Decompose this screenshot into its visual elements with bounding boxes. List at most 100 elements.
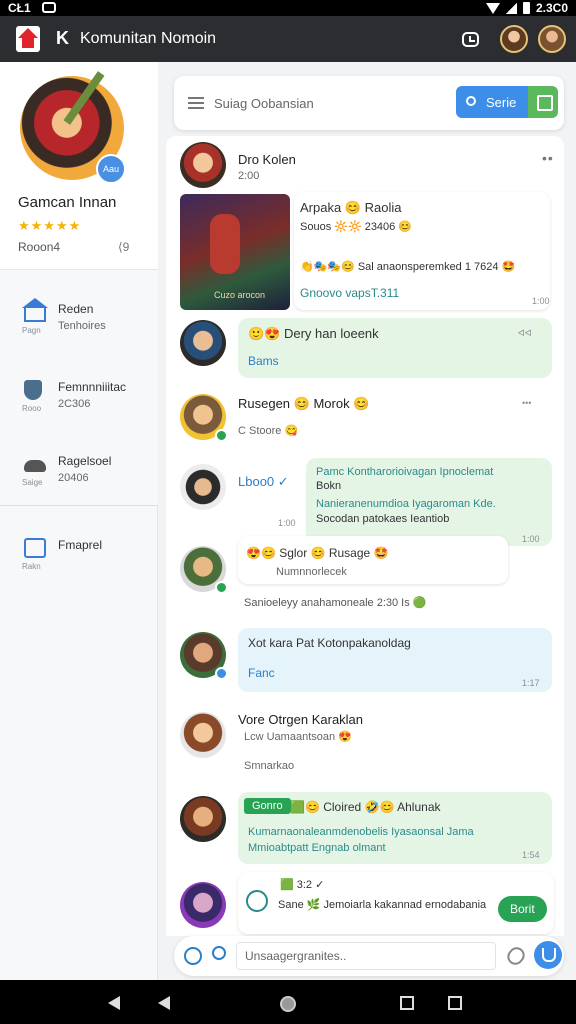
post-timestamp: 1:00	[532, 296, 550, 306]
message-composer	[174, 936, 564, 976]
shield-icon	[24, 380, 42, 400]
sidebar-item-femnnniiitac[interactable]: Rooo Femnnniiitac 2C306	[0, 370, 158, 440]
battery-text: 2.3C0	[535, 1, 568, 15]
status-icons: 2.3C0	[485, 1, 568, 15]
signal-icon	[505, 2, 517, 14]
message-line: Sane 🌿 Jemoiarla kakannad ernodabania	[278, 899, 487, 911]
message-timestamp: 1:54	[522, 850, 540, 860]
sidebar-item-ragelsoel[interactable]: Saige Ragelsoel 20406	[0, 444, 158, 514]
online-indicator	[215, 581, 228, 594]
message-title: 🙂😍 Dery han loeenk	[248, 326, 379, 341]
profile-card[interactable]: Aau Gamcan Innan ★★★★★ Rooon4 ⟨9	[0, 62, 158, 270]
post-author: Dro Kolen	[238, 152, 296, 167]
message-timestamp: •••	[522, 398, 532, 408]
mic-icon[interactable]	[534, 941, 562, 969]
system-nav-bar	[0, 980, 576, 1024]
house-icon	[22, 298, 48, 322]
app-title: Komunitan Nomoin	[80, 30, 217, 47]
message-author: Lboo0 ✓	[238, 474, 289, 489]
message-timestamp: 1:00	[522, 534, 540, 544]
add-button[interactable]	[528, 86, 558, 118]
chat-feed: Dro Kolen 2:00 •• Cuzo arocon Arpaka 😊 R…	[166, 136, 564, 936]
app-logo-icon[interactable]	[16, 26, 40, 52]
avatar[interactable]	[180, 320, 226, 366]
sidebar-item-label: Fmaprel	[58, 538, 103, 552]
sidebar-item-sub: Tenhoires	[58, 320, 106, 332]
sidebar-nav: Pagn Reden Tenhoires Rooo Femnnniiitac 2…	[0, 270, 158, 506]
message-status: Sanioeleyy anahamoneale 2:30 Is 🟢	[244, 597, 427, 609]
post-image-caption: Cuzo arocon	[214, 290, 266, 300]
profile-name: Gamcan Innan	[18, 194, 117, 211]
clock-icon[interactable]	[462, 32, 479, 47]
sidebar-item-caption: Rooo	[22, 404, 42, 413]
accept-button[interactable]: Borit	[498, 896, 547, 922]
sidebar-item-caption: Rakn	[22, 562, 41, 571]
avatar[interactable]	[538, 25, 566, 53]
message-line: Kumarnaonaleanmdenobelis Iyasaonsal Jama	[248, 826, 474, 838]
search-input[interactable]	[214, 91, 444, 115]
avatar[interactable]	[180, 712, 226, 758]
menu-icon[interactable]	[188, 97, 204, 109]
message-status: Smnarkao	[244, 760, 295, 772]
sidebar-item-label: Ragelsoel	[58, 454, 112, 468]
post-time: 2:00	[238, 170, 260, 182]
car-icon	[24, 460, 46, 472]
message-sub: Numnnorlecek	[276, 566, 347, 578]
share-icon[interactable]: ⟨9	[118, 240, 129, 254]
back-icon[interactable]: K	[56, 28, 69, 49]
post-card-line: Souos 🔆🔆 2​3406 😊	[300, 221, 413, 233]
status-time: CŁ1	[8, 1, 31, 15]
recents-icon[interactable]	[400, 996, 414, 1010]
home-icon[interactable]	[280, 996, 296, 1012]
sidebar-item-fmaprel[interactable]: Rakn Fmaprel	[0, 528, 158, 598]
online-indicator	[215, 429, 228, 442]
search-icon	[466, 96, 476, 106]
avatar[interactable]	[180, 796, 226, 842]
message-line: Bokn	[316, 480, 342, 492]
compass-icon[interactable]	[246, 890, 268, 912]
message-timestamp-left: 1:00	[278, 518, 296, 528]
avatar[interactable]	[180, 546, 228, 594]
app-bar: K Komunitan Nomoin	[0, 16, 576, 62]
online-indicator	[215, 667, 228, 680]
back-icon[interactable]	[158, 996, 170, 1010]
history-icon[interactable]	[184, 947, 202, 965]
avatar[interactable]	[500, 25, 528, 53]
sidebar-item-label: Femnnniiitac	[58, 380, 127, 394]
search-bar: Serie	[174, 76, 564, 130]
message-sub: Fanc	[248, 666, 275, 680]
avatar[interactable]	[180, 632, 228, 680]
post-card-link[interactable]: Gnoovo vapsT.311	[300, 286, 399, 300]
avatar[interactable]	[180, 142, 226, 188]
person-icon[interactable]	[212, 946, 226, 960]
message-input[interactable]	[236, 942, 496, 970]
message-preview: Lcw Uamaantsoan 😍	[244, 731, 352, 743]
more-options-icon[interactable]: ••	[542, 150, 554, 166]
star-rating: ★★★★★	[18, 218, 82, 233]
message-sub: Bams	[248, 354, 279, 368]
message-line: Mmioabtpatt Engnab olmant	[248, 842, 386, 854]
message-timestamp: 1:17	[522, 678, 540, 688]
search-button[interactable]: Serie	[456, 86, 530, 118]
message-author: Vore Otrgen Karaklan	[238, 712, 364, 727]
message-preview: C Stoore 😋	[238, 425, 299, 437]
sidebar-item-caption: Saige	[22, 478, 43, 487]
avatar[interactable]	[180, 464, 226, 510]
battery-icon	[522, 2, 530, 14]
back-icon[interactable]	[108, 996, 120, 1010]
sidebar-item-sub: 20406	[58, 472, 89, 484]
attach-icon[interactable]	[504, 943, 528, 969]
tag-badge: Gonro	[244, 798, 291, 814]
profile-stat: Rooon4	[18, 240, 61, 254]
message-author: Rusegen 😊 Morok 😊	[238, 396, 370, 411]
sidebar-item-reden[interactable]: Pagn Reden Tenhoires	[0, 292, 158, 362]
message-line: Pamc Kontharorioivagan Ipnoclemat	[316, 466, 494, 478]
overview-icon[interactable]	[448, 996, 462, 1010]
message-timestamp: ᐊᐊ	[518, 328, 532, 338]
sidebar: Aau Gamcan Innan ★★★★★ Rooon4 ⟨9 Pagn Re…	[0, 62, 158, 980]
avatar[interactable]	[180, 394, 228, 442]
notification-icon	[42, 2, 56, 13]
message-title: Xot kara Pat Kotonpakanoldag	[248, 636, 411, 650]
post-image[interactable]: Cuzo arocon	[180, 194, 290, 310]
avatar[interactable]	[180, 882, 226, 928]
